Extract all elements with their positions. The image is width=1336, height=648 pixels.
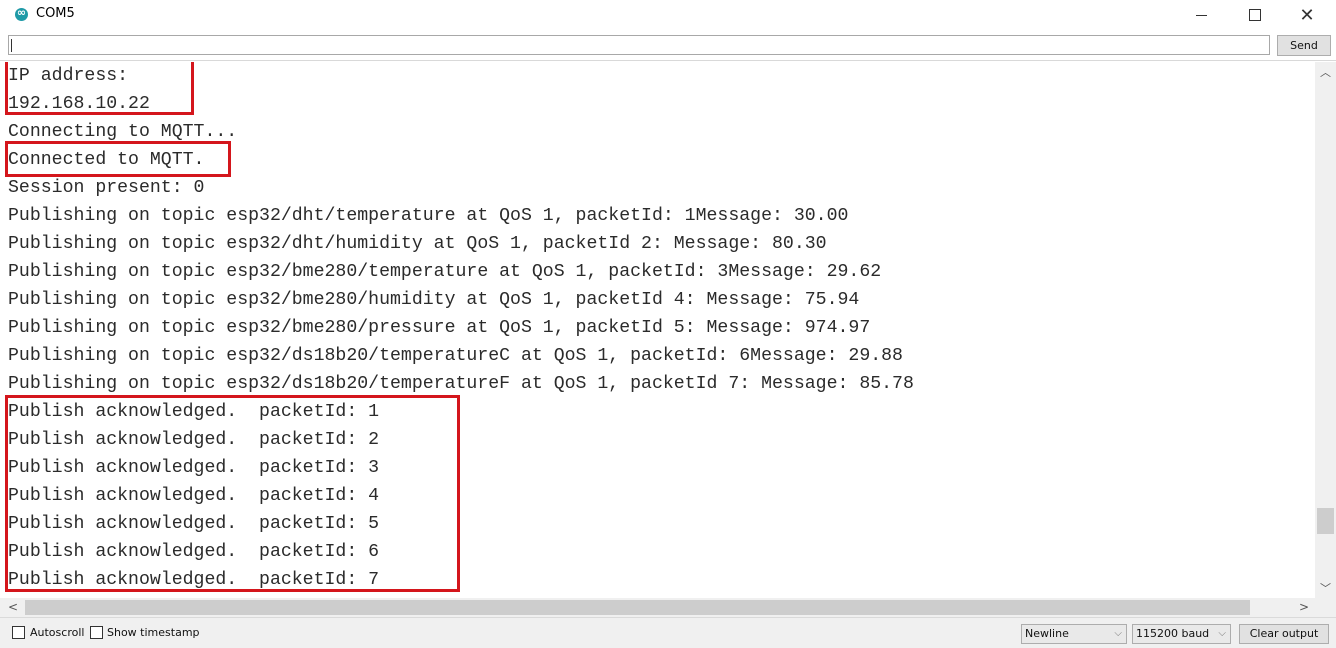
highlight-ip-address	[5, 62, 194, 115]
output-line: Publishing on topic esp32/bme280/tempera…	[8, 262, 882, 282]
serial-output[interactable]: IP address: 192.168.10.22 Connecting to …	[0, 62, 1315, 598]
send-row: Send	[0, 33, 1336, 59]
arduino-icon	[15, 5, 28, 21]
send-button[interactable]: Send	[1277, 35, 1331, 56]
minimize-icon	[1195, 14, 1207, 16]
clear-output-button[interactable]: Clear output	[1239, 624, 1329, 644]
window-title: COM5	[36, 6, 75, 21]
output-line: Publishing on topic esp32/dht/temperatur…	[8, 206, 849, 226]
baud-rate-select[interactable]: 115200 baud ⌵	[1132, 624, 1231, 644]
title-bar: COM5 ✕	[0, 0, 1336, 30]
close-button[interactable]: ✕	[1284, 0, 1330, 30]
output-line: Publishing on topic esp32/bme280/pressur…	[8, 318, 871, 338]
scroll-down-icon[interactable]: ﹀	[1315, 580, 1336, 597]
horizontal-scroll-thumb[interactable]	[25, 600, 1250, 615]
horizontal-scrollbar[interactable]: < >	[0, 598, 1315, 617]
close-icon: ✕	[1299, 4, 1315, 26]
line-ending-select[interactable]: Newline ⌵	[1021, 624, 1127, 644]
highlight-acknowledged	[5, 395, 460, 592]
text-caret	[11, 39, 12, 52]
scroll-left-icon[interactable]: <	[3, 598, 23, 617]
highlight-connected	[5, 141, 231, 177]
output-line: Publishing on topic esp32/dht/humidity a…	[8, 234, 827, 254]
line-ending-value: Newline	[1025, 627, 1069, 640]
scrollbar-corner	[1315, 598, 1336, 617]
output-line: Session present: 0	[8, 178, 205, 198]
autoscroll-checkbox[interactable]	[12, 626, 25, 639]
baud-rate-value: 115200 baud	[1136, 627, 1210, 640]
vertical-scroll-thumb[interactable]	[1317, 508, 1334, 534]
divider	[0, 60, 1336, 61]
show-timestamp-label: Show timestamp	[107, 626, 200, 639]
output-line: Publishing on topic esp32/ds18b20/temper…	[8, 374, 914, 394]
maximize-icon	[1249, 9, 1261, 21]
chevron-down-icon: ⌵	[1218, 628, 1226, 639]
output-line: Publishing on topic esp32/bme280/humidit…	[8, 290, 860, 310]
scroll-up-icon[interactable]: ︿	[1315, 64, 1336, 81]
minimize-button[interactable]	[1178, 0, 1224, 30]
show-timestamp-checkbox[interactable]	[90, 626, 103, 639]
serial-input[interactable]	[8, 35, 1270, 55]
autoscroll-label: Autoscroll	[30, 626, 85, 639]
maximize-button[interactable]	[1232, 0, 1278, 30]
status-bar: Autoscroll Show timestamp Newline ⌵ 1152…	[0, 617, 1336, 648]
scroll-right-icon[interactable]: >	[1294, 598, 1314, 617]
vertical-scrollbar[interactable]: ︿ ﹀	[1315, 62, 1336, 598]
chevron-down-icon: ⌵	[1114, 628, 1122, 639]
output-line: Publishing on topic esp32/ds18b20/temper…	[8, 346, 903, 366]
